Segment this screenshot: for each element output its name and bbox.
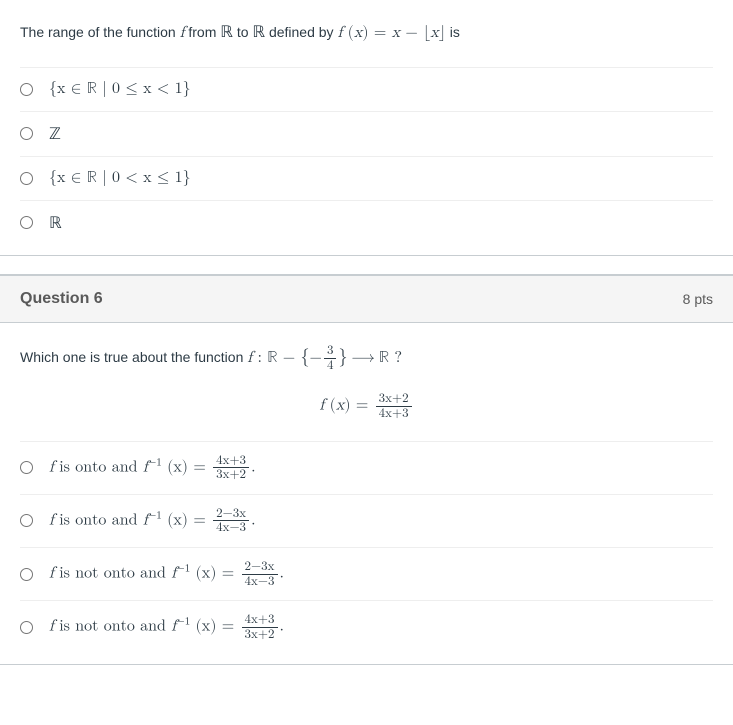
q5-prompt-R2: ℝ [252,24,265,41]
q6-answers: f is onto and f−1 (x) = 4x+33x+2. f is o… [20,441,713,654]
question-5-body: The range of the function f from ℝ to ℝ … [0,0,733,255]
q5-prompt-pre: The range of the function [20,24,180,40]
q6-answer-3-text: f is not onto and f−1 (x) = 4x+33x+2. [49,613,284,641]
q5-answers: {x ∈ ℝ | 0 ≤ x < 1} ℤ {x ∈ ℝ | 0 < x ≤ 1… [20,67,713,245]
q6-answer-1[interactable]: f is onto and f−1 (x) = 2−3x4x−3. [20,495,713,548]
question-6-title: Question 6 [20,290,103,308]
q5-prompt-mid1: from [188,24,220,40]
question-6-block: Question 6 8 pts Which one is true about… [0,274,733,665]
q6-answer-0[interactable]: f is onto and f−1 (x) = 4x+33x+2. [20,442,713,495]
q6-prompt-pre: Which one is true about the function [20,349,247,365]
question-6-header: Question 6 8 pts [0,275,733,323]
q5-answer-2[interactable]: {x ∈ ℝ | 0 < x ≤ 1} [20,157,713,201]
q5-prompt-post: is [450,24,460,40]
q6-answer-1-text: f is onto and f−1 (x) = 2−3x4x−3. [49,507,256,535]
q6-radio-3[interactable] [20,621,33,634]
q5-answer-1[interactable]: ℤ [20,112,713,157]
q5-radio-1[interactable] [20,127,33,140]
q5-answer-0-text: {x ∈ ℝ | 0 ≤ x < 1} [49,80,191,99]
q5-prompt-R1: ℝ [220,24,233,41]
q5-prompt-mid3: defined by [269,24,338,40]
q6-answer-0-text: f is onto and f−1 (x) = 4x+33x+2. [49,454,256,482]
question-6-prompt: Which one is true about the function f :… [20,343,713,373]
q6-eq: f (x) = 3x+24x+3 [319,392,413,420]
q5-answer-0[interactable]: {x ∈ ℝ | 0 ≤ x < 1} [20,68,713,112]
q5-answer-3[interactable]: ℝ [20,201,713,245]
question-5-block: The range of the function f from ℝ to ℝ … [0,0,733,256]
q6-prompt-func: f : ℝ − {−34}⟶ℝ ? [247,350,402,366]
q6-formula: f (x) = 3x+24x+3 [20,392,713,420]
q6-radio-1[interactable] [20,514,33,527]
q5-prompt-mid2: to [237,24,253,40]
q6-answer-2-text: f is not onto and f−1 (x) = 2−3x4x−3. [49,560,284,588]
spacer [0,256,733,274]
q6-radio-2[interactable] [20,568,33,581]
q6-radio-0[interactable] [20,461,33,474]
q5-radio-2[interactable] [20,172,33,185]
q5-radio-3[interactable] [20,216,33,229]
q6-answer-3[interactable]: f is not onto and f−1 (x) = 4x+33x+2. [20,601,713,653]
q5-answer-2-text: {x ∈ ℝ | 0 < x ≤ 1} [49,169,191,188]
q5-answer-3-text: ℝ [49,213,62,233]
q5-answer-1-text: ℤ [49,124,61,144]
q5-prompt-eq: f (x) = x − ⌊x⌋ [337,25,445,41]
question-6-body: Which one is true about the function f :… [0,323,733,664]
q5-prompt-f: f [180,25,185,41]
q5-radio-0[interactable] [20,83,33,96]
question-6-pts: 8 pts [683,291,713,307]
q6-answer-2[interactable]: f is not onto and f−1 (x) = 2−3x4x−3. [20,548,713,601]
question-5-prompt: The range of the function f from ℝ to ℝ … [20,20,713,47]
